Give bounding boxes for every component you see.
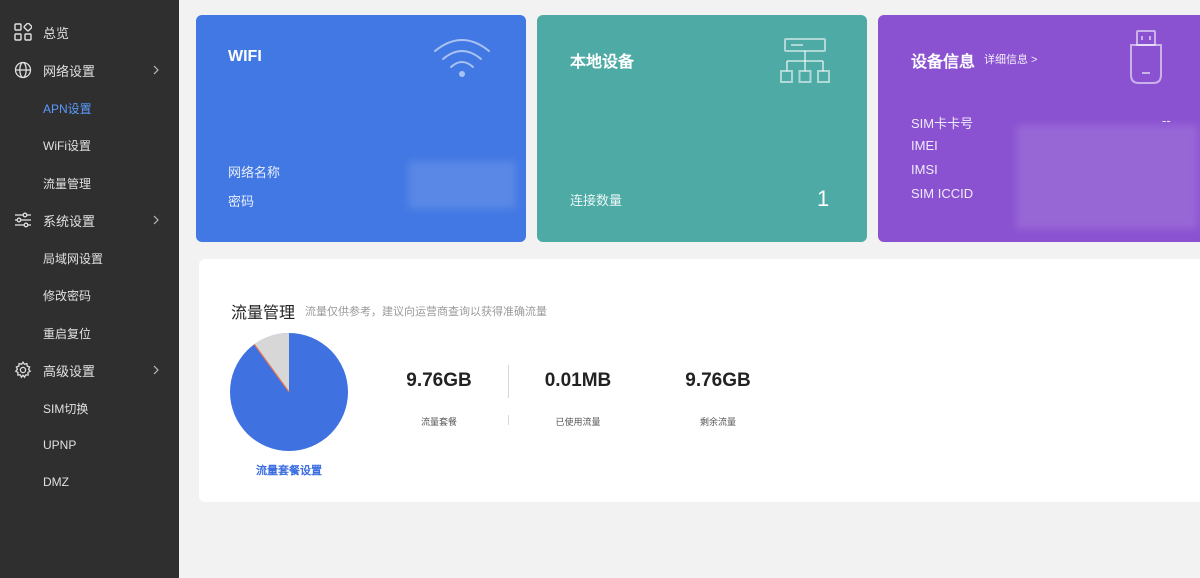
sidebar-item-label: SIM切换: [43, 401, 89, 416]
device-detail-link[interactable]: 详细信息 >: [984, 51, 1037, 67]
sidebar-item-reboot-reset[interactable]: 重启复位: [0, 318, 179, 348]
sim-number-label: SIM卡卡号: [911, 116, 974, 131]
app-root: 总览 网络设置 APN设置 WiFi设置 流量管理 系统设置 局域网设置 修改密…: [0, 0, 1200, 578]
wifi-card[interactable]: WIFI 网络名称 密码: [196, 15, 526, 242]
wifi-icon: [434, 39, 490, 77]
sidebar-item-wifi[interactable]: WiFi设置: [0, 130, 179, 160]
plan-total-label: 流量套餐: [420, 417, 457, 427]
usb-stick-icon: [1130, 30, 1162, 84]
sidebar-item-label: 重启复位: [43, 326, 92, 341]
sidebar-item-change-password[interactable]: 修改密码: [0, 280, 179, 310]
connections-label: 连接数量: [570, 193, 623, 208]
sidebar-item-label: 总览: [43, 25, 70, 41]
sidebar-item-traffic[interactable]: 流量管理: [0, 168, 179, 198]
traffic-title: 流量管理: [231, 305, 296, 322]
sidebar-item-network-settings[interactable]: 网络设置: [0, 55, 179, 85]
remaining-traffic-label: 剩余流量: [699, 417, 736, 427]
traffic-plan-settings-link[interactable]: 流量套餐设置: [199, 462, 379, 478]
imei-label: IMEI: [911, 138, 938, 153]
sidebar-item-label: 网络设置: [43, 63, 96, 79]
sidebar-item-upnp[interactable]: UPNP: [0, 430, 179, 460]
plan-total-value: 9.76GB: [406, 370, 472, 391]
sidebar-item-advanced-settings[interactable]: 高级设置: [0, 355, 179, 385]
remaining-traffic-value: 9.76GB: [685, 370, 751, 391]
sidebar-item-label: 流量管理: [43, 176, 92, 191]
used-traffic-label: 已使用流量: [555, 417, 601, 427]
connections-count: 1: [817, 186, 830, 211]
sliders-icon: [14, 211, 32, 229]
sidebar-item-label: APN设置: [43, 101, 92, 116]
network-name-label: 网络名称: [228, 165, 281, 180]
sidebar-item-dmz[interactable]: DMZ: [0, 467, 179, 497]
imsi-label: IMSI: [911, 162, 938, 177]
sidebar: 总览 网络设置 APN设置 WiFi设置 流量管理 系统设置 局域网设置 修改密…: [0, 0, 179, 578]
sidebar-item-system-settings[interactable]: 系统设置: [0, 205, 179, 235]
gear-icon: [14, 361, 32, 379]
used-traffic-value: 0.01MB: [544, 370, 612, 391]
iccid-label: SIM ICCID: [911, 186, 974, 201]
network-topology-icon: [780, 38, 830, 83]
globe-icon: [14, 61, 32, 79]
sidebar-item-label: DMZ: [43, 475, 69, 489]
sidebar-item-overview[interactable]: 总览: [0, 17, 179, 47]
traffic-pie-chart: [230, 333, 348, 451]
chevron-right-icon: [153, 65, 159, 75]
wifi-card-title: WIFI: [228, 48, 262, 65]
chevron-right-icon: [153, 365, 159, 375]
redacted-device-values: [1016, 125, 1198, 229]
device-info-card: 设备信息 详细信息 > SIM卡卡号 -- IMEI IMSI SIM ICCI…: [878, 15, 1200, 242]
local-devices-title: 本地设备: [570, 54, 635, 71]
sidebar-item-label: 系统设置: [43, 213, 96, 229]
sidebar-item-sim-switch[interactable]: SIM切换: [0, 393, 179, 423]
grid-icon: [14, 23, 32, 41]
sidebar-item-apn[interactable]: APN设置: [0, 93, 179, 123]
password-label: 密码: [228, 194, 255, 209]
sidebar-item-label: WiFi设置: [43, 138, 91, 153]
device-info-title: 设备信息: [911, 54, 976, 71]
redacted-wifi-values: [408, 161, 516, 209]
sidebar-item-label: UPNP: [43, 438, 77, 452]
traffic-hint: 流量仅供参考，建议向运营商查询以获得准确流量: [305, 306, 547, 318]
local-devices-card[interactable]: 本地设备 连接数量 1: [537, 15, 867, 242]
chevron-right-icon: [153, 215, 159, 225]
traffic-panel: 流量管理 流量仅供参考，建议向运营商查询以获得准确流量 流量套餐设置 9.76G…: [199, 259, 1200, 502]
sidebar-item-label: 局域网设置: [43, 251, 104, 266]
sidebar-item-label: 高级设置: [43, 363, 96, 379]
sidebar-item-lan[interactable]: 局域网设置: [0, 243, 179, 273]
sidebar-item-label: 修改密码: [43, 288, 92, 303]
